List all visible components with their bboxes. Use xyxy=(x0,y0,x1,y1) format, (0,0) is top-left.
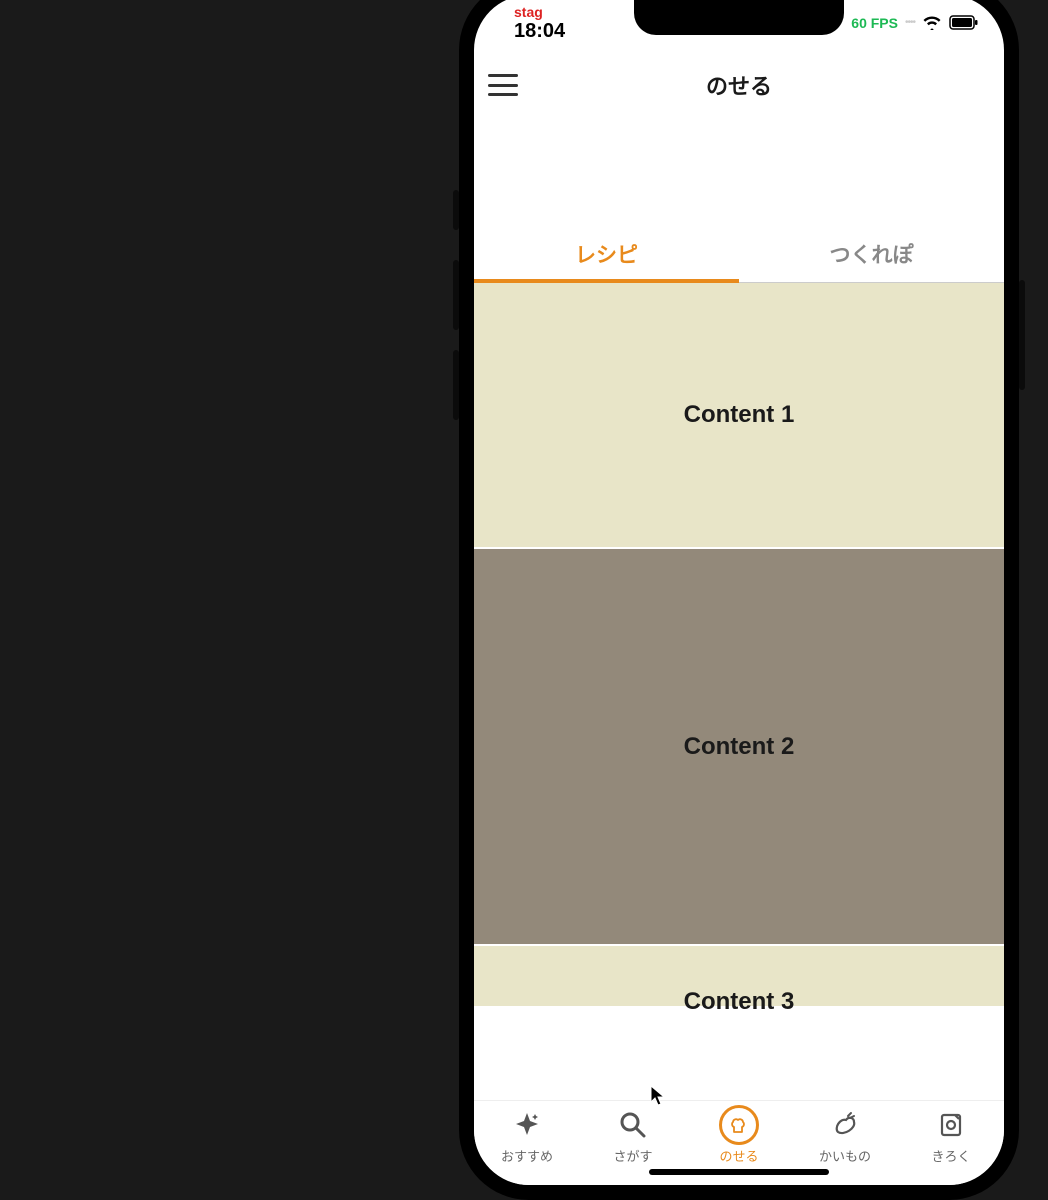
sparkle-icon xyxy=(513,1107,541,1143)
navbar: のせる xyxy=(474,50,1004,120)
content-row-2[interactable]: Content 2 xyxy=(474,549,1004,946)
chef-hat-icon xyxy=(719,1107,759,1143)
bottom-nav-sagasu-label: さがす xyxy=(613,1146,652,1165)
bottom-nav-noseru[interactable]: のせる xyxy=(686,1107,792,1165)
bottom-nav-kaimono-label: かいもの xyxy=(819,1146,871,1165)
tabs: レシピ つくれぽ xyxy=(474,225,1004,283)
status-cellular-dots-icon: •••• xyxy=(905,17,915,28)
camera-note-icon xyxy=(937,1107,965,1143)
wifi-icon xyxy=(922,15,942,30)
page-title: のせる xyxy=(706,69,772,101)
status-fps-label: 60 FPS xyxy=(851,15,898,31)
content-row-1-label: Content 1 xyxy=(684,401,795,429)
menu-icon[interactable] xyxy=(488,74,518,96)
bottom-nav-kiroku-label: きろく xyxy=(931,1146,970,1165)
battery-icon xyxy=(949,15,979,30)
bottom-nav-kaimono[interactable]: かいもの xyxy=(792,1107,898,1165)
content-row-3[interactable]: Content 3 xyxy=(474,946,1004,1006)
status-left: stag 18:04 xyxy=(514,5,565,41)
tab-tsukurepo[interactable]: つくれぽ xyxy=(739,225,1004,282)
device-frame: stag 18:04 60 FPS •••• のせる xyxy=(459,0,1019,1200)
content-scroll[interactable]: Content 1 Content 2 Content 3 xyxy=(474,283,1004,1100)
bottom-nav-sagasu[interactable]: さがす xyxy=(580,1107,686,1165)
vegetable-icon xyxy=(830,1107,860,1143)
tab-recipe-label: レシピ xyxy=(575,239,638,269)
content-row-1[interactable]: Content 1 xyxy=(474,283,1004,549)
bottom-nav-osusume[interactable]: おすすめ xyxy=(474,1107,580,1165)
bottom-nav-osusume-label: おすすめ xyxy=(501,1146,553,1165)
spacer xyxy=(474,120,1004,225)
status-stag-label: stag xyxy=(514,5,565,19)
bottom-nav: おすすめ さがす のせる かいもの xyxy=(474,1100,1004,1185)
content-row-2-label: Content 2 xyxy=(684,733,795,761)
mouse-cursor-icon xyxy=(650,1085,666,1107)
notch xyxy=(634,0,844,35)
bottom-nav-noseru-label: のせる xyxy=(719,1146,758,1165)
status-time: 18:04 xyxy=(514,21,565,41)
content-row-3-label: Content 3 xyxy=(684,988,795,1016)
device-power-button xyxy=(1019,280,1025,390)
screen: stag 18:04 60 FPS •••• のせる xyxy=(474,0,1004,1185)
status-right: 60 FPS •••• xyxy=(851,15,979,31)
home-indicator[interactable] xyxy=(649,1169,829,1175)
search-icon xyxy=(618,1107,648,1143)
tab-tsukurepo-label: つくれぽ xyxy=(830,239,914,269)
tab-recipe[interactable]: レシピ xyxy=(474,225,739,282)
bottom-nav-kiroku[interactable]: きろく xyxy=(898,1107,1004,1165)
